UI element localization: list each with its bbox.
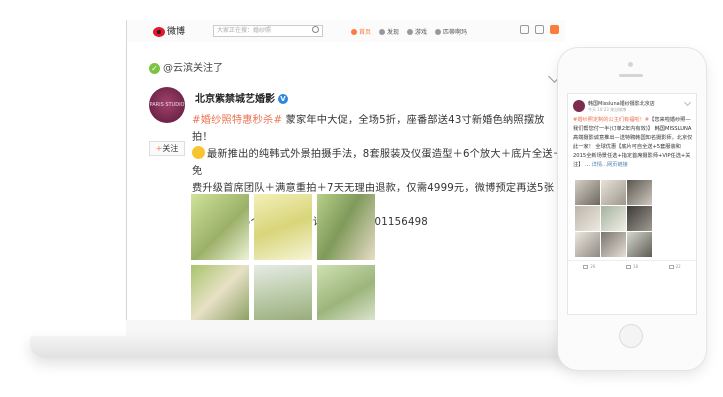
photo-thumbnail[interactable] bbox=[601, 232, 626, 257]
user-icon bbox=[435, 29, 442, 35]
photo-thumbnail[interactable] bbox=[254, 265, 312, 320]
mail-icon[interactable] bbox=[520, 25, 529, 34]
mobile-action-bar: 26 18 22 bbox=[568, 260, 696, 274]
photo-thumbnail[interactable] bbox=[627, 180, 652, 205]
home-button[interactable] bbox=[619, 324, 643, 348]
photo-thumbnail[interactable] bbox=[575, 232, 600, 257]
photo-thumbnail[interactable] bbox=[601, 180, 626, 205]
emoji-icon bbox=[192, 146, 205, 159]
photo-thumbnail[interactable] bbox=[627, 232, 652, 257]
laptop-screen: 微博 大家正在搜：婚纱照 首页 发现 游戏 匹蒂啊玛 ✓ @云滨关注了 PARIS… bbox=[126, 20, 565, 320]
photo-thumbnail[interactable] bbox=[575, 206, 600, 231]
laptop-bezel bbox=[126, 320, 564, 336]
compass-icon bbox=[379, 29, 386, 35]
weibo-nav: 首页 发现 游戏 匹蒂啊玛 bbox=[351, 27, 467, 36]
weibo-logo[interactable]: 微博 bbox=[153, 24, 185, 37]
verified-icon: V bbox=[278, 94, 288, 104]
photo-thumbnail[interactable] bbox=[627, 206, 652, 231]
user-name[interactable]: 北京紫禁城艺婚影 V bbox=[195, 90, 288, 105]
photo-grid bbox=[191, 194, 375, 320]
edit-icon[interactable] bbox=[550, 25, 559, 34]
photo-thumbnail[interactable] bbox=[575, 180, 600, 205]
gear-icon[interactable] bbox=[535, 25, 544, 34]
phone-frame: 韩国Missluna婚纱摄影北京店 今天 10:23 来自微博 #婚纱照定制的公… bbox=[558, 48, 706, 370]
photo-thumbnail[interactable] bbox=[254, 194, 312, 260]
weibo-tools bbox=[520, 25, 559, 34]
mobile-post-text: #婚纱照定制的公主们有福啦！#【您来啦婚纱照—我们帮您付一半(订单2年内有效)】… bbox=[573, 117, 693, 168]
like-button[interactable]: 22 bbox=[668, 264, 681, 274]
weibo-post-card: ✓ @云滨关注了 PARIS STUDIO +关注 北京紫禁城艺婚影 V #婚纱照特… bbox=[127, 42, 565, 320]
mobile-post-time: 今天 10:23 来自微博 bbox=[588, 107, 627, 112]
speaker-grille bbox=[619, 74, 643, 77]
followed-notice: ✓ @云滨关注了 bbox=[149, 59, 223, 74]
hashtag-link[interactable]: #婚纱照定制的公主们有福啦！# bbox=[573, 117, 649, 123]
web-link[interactable]: 详情...网页链接 bbox=[592, 162, 628, 168]
gamepad-icon bbox=[407, 29, 414, 35]
chevron-down-icon[interactable] bbox=[683, 98, 692, 107]
repost-button[interactable]: 26 bbox=[583, 264, 595, 274]
nav-item-profile[interactable]: 匹蒂啊玛 bbox=[435, 27, 467, 36]
search-input[interactable]: 大家正在搜：婚纱照 bbox=[213, 25, 323, 37]
repost-icon bbox=[583, 265, 589, 269]
weibo-eye-icon bbox=[153, 26, 165, 37]
nav-item-home[interactable]: 首页 bbox=[351, 27, 371, 36]
mobile-photo-grid bbox=[575, 180, 652, 257]
laptop-base bbox=[30, 336, 634, 358]
comment-button[interactable]: 18 bbox=[625, 264, 638, 274]
weibo-topbar: 微博 大家正在搜：婚纱照 首页 发现 游戏 匹蒂啊玛 bbox=[127, 20, 565, 43]
camera-icon bbox=[628, 62, 633, 67]
check-icon: ✓ bbox=[149, 62, 160, 74]
thumbs-up-icon bbox=[668, 265, 674, 269]
nav-item-games[interactable]: 游戏 bbox=[407, 27, 427, 36]
photo-thumbnail[interactable] bbox=[317, 265, 375, 320]
photo-thumbnail[interactable] bbox=[191, 265, 249, 320]
photo-thumbnail[interactable] bbox=[317, 194, 375, 260]
mobile-user-name[interactable]: 韩国Missluna婚纱摄影北京店 bbox=[588, 100, 655, 107]
hashtag-link[interactable]: #婚纱照特惠秒杀# bbox=[192, 115, 282, 126]
photo-thumbnail[interactable] bbox=[191, 194, 249, 260]
avatar[interactable]: PARIS STUDIO bbox=[149, 87, 185, 123]
home-icon bbox=[351, 29, 357, 35]
search-icon[interactable] bbox=[312, 26, 319, 33]
phone-screen: 韩国Missluna婚纱摄影北京店 今天 10:23 来自微博 #婚纱照定制的公… bbox=[567, 93, 697, 315]
avatar[interactable] bbox=[573, 100, 585, 112]
photo-thumbnail[interactable] bbox=[601, 206, 626, 231]
nav-item-discover[interactable]: 发现 bbox=[379, 27, 399, 36]
comment-icon bbox=[625, 265, 631, 269]
follow-button[interactable]: +关注 bbox=[149, 141, 185, 156]
